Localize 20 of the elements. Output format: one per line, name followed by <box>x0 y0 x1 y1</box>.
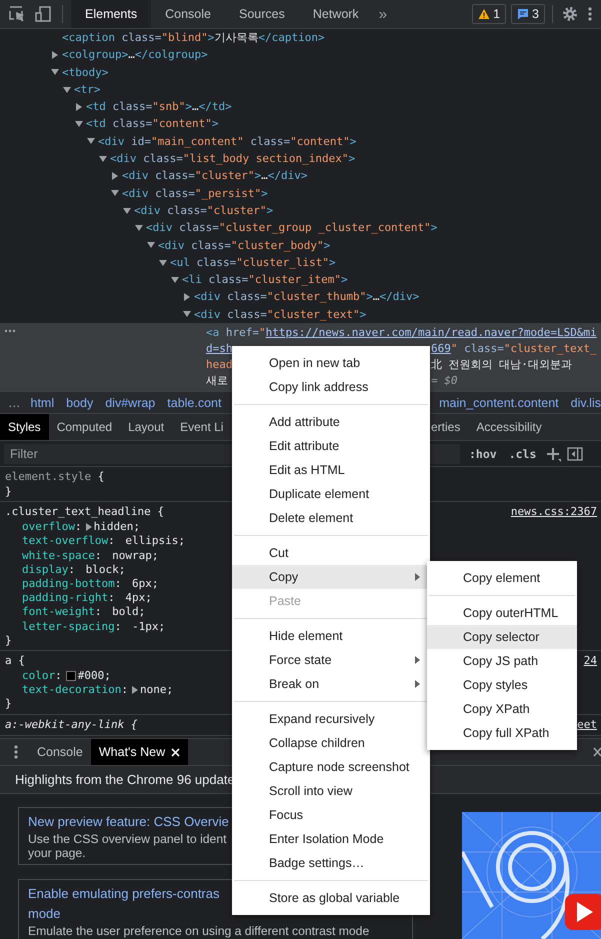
css-declaration: color: #000; <box>21 669 111 684</box>
css-declaration: font-weight: bold; <box>21 605 146 620</box>
css-declaration: padding-bottom: 6px; <box>21 577 158 592</box>
feature-description: Emulate the user preference on using a different contrast mode <box>28 924 370 938</box>
css-declaration: overflow: hidden; <box>21 520 140 534</box>
css-declaration: letter-spacing: -1px; <box>21 620 166 634</box>
css-selector: a:-webkit-any-link { <box>5 716 138 733</box>
closing-brace: } <box>5 697 12 712</box>
css-selector: a { <box>5 653 25 670</box>
css-declaration: text-overflow: ellipsis; <box>21 534 185 549</box>
feature-description: Use the CSS overview panel to ident <box>28 832 226 846</box>
css-selector: element.style { <box>5 469 104 485</box>
css-declaration: text-decoration: none; <box>21 683 174 698</box>
css-declaration: padding-right: 4px; <box>21 591 152 606</box>
css-selector: .cluster_text_headline { <box>5 504 164 520</box>
closing-brace: } <box>5 634 12 648</box>
css-declaration: display: block; <box>21 562 126 578</box>
closing-brace: } <box>5 485 12 500</box>
css-declaration: white-space: nowrap; <box>21 548 158 563</box>
feature-description: your page. <box>28 846 86 860</box>
